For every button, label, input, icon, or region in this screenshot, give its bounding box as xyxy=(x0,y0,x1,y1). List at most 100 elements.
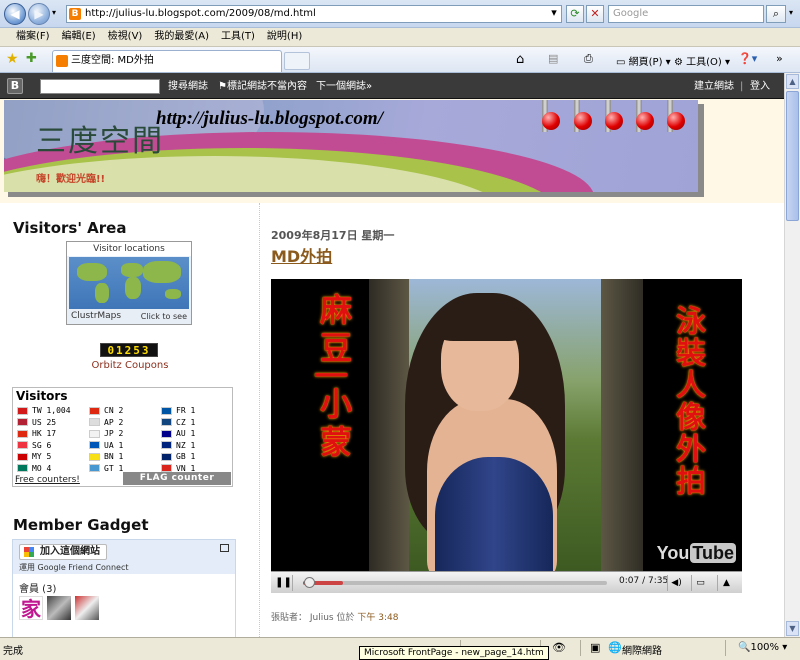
add-favorite-icon[interactable]: ✚ xyxy=(26,51,37,66)
menu-favorites[interactable]: 我的最愛(A) xyxy=(148,28,215,46)
country-count: 1 xyxy=(118,440,124,450)
scroll-down-icon[interactable]: ▼ xyxy=(786,621,799,636)
menu-view[interactable]: 檢視(V) xyxy=(102,28,149,46)
navbar-next-blog[interactable]: 下一個網誌» xyxy=(316,80,372,93)
flag-column: TW 1,004 US 25 HK 17 SG 6 MY 5 MO 4 xyxy=(17,405,71,474)
back-button[interactable]: ◀ xyxy=(4,3,26,25)
flag-counter-widget[interactable]: Visitors TW 1,004 US 25 HK 17 SG 6 MY 5 MO 4 … xyxy=(12,387,233,487)
country-code: SG xyxy=(32,440,47,450)
favorites-star-icon[interactable]: ★ xyxy=(6,51,19,67)
video-controls: ❚❚ 0:07 / 7:35 ◀) ▭ ▲ xyxy=(271,571,742,593)
post-title-link[interactable]: MD外拍 xyxy=(271,243,332,267)
country-flag-icon xyxy=(161,406,172,415)
menu-tools[interactable]: 工具(T) xyxy=(215,28,261,46)
volume-icon[interactable]: ◀) xyxy=(667,575,685,591)
country-count: 1 xyxy=(118,452,124,461)
print-icon[interactable]: ⎙ xyxy=(584,52,593,66)
continent-shape xyxy=(125,277,141,299)
vertical-scrollbar[interactable]: ▲ ▼ xyxy=(784,73,800,637)
stop-button[interactable]: ✕ xyxy=(586,5,604,23)
navbar-login[interactable]: 登入 xyxy=(750,80,770,93)
zoom-value: 100% xyxy=(750,642,780,653)
navbar-flag-link[interactable]: ⚑標記網誌不當內容 xyxy=(218,80,307,93)
zoom-icon: 🔍 xyxy=(738,642,751,653)
country-code: US xyxy=(32,417,47,427)
post-author-text: 張貼者： Julius 位於 xyxy=(271,613,355,623)
tools-menu[interactable]: ⚙ 工具(O) ▾ xyxy=(674,53,730,68)
youtube-logo-you: You xyxy=(656,543,690,563)
more-tools-icon[interactable]: » xyxy=(776,52,783,65)
navbar-search-input[interactable] xyxy=(40,79,160,94)
flag-row: UA 1 xyxy=(89,440,123,452)
menu-file[interactable]: 檔案(F) xyxy=(10,28,56,46)
history-dropdown-icon[interactable]: ▾ xyxy=(52,8,56,17)
country-code: HK xyxy=(32,429,47,438)
clustrmaps-widget[interactable]: Visitor locations ClustrMaps Click to see xyxy=(66,241,192,325)
member-avatar[interactable]: 家 xyxy=(19,596,43,621)
fullscreen-icon[interactable]: ▲ xyxy=(717,575,735,591)
tab-active[interactable]: 三度空間: MD外拍 xyxy=(52,50,282,72)
flag-icon: ⚑ xyxy=(218,81,227,92)
home-icon[interactable]: ⌂ xyxy=(516,52,524,67)
zoom-level[interactable]: 🔍100% ▾ xyxy=(738,642,787,653)
address-text: http://julius-lu.blogspot.com/2009/08/md… xyxy=(85,8,316,19)
member-avatar[interactable] xyxy=(75,596,99,620)
seek-handle[interactable] xyxy=(303,577,315,588)
post-time-link[interactable]: 下午 3:48 xyxy=(357,613,398,623)
youtube-video-player[interactable]: 麻豆|小蒙 泳裝人像外拍 You Tube ❚❚ 0:07 / 7:35 ◀) ▭… xyxy=(271,279,742,593)
free-counters-link[interactable]: Free counters! xyxy=(15,475,80,485)
blog-header[interactable]: 三度空間 http://julius-lu.blogspot.com/ 嗨！歡迎… xyxy=(4,100,698,192)
friend-connect-label: 運用 Google Friend Connect xyxy=(19,563,129,572)
country-count: 1 xyxy=(190,440,196,450)
scroll-thumb[interactable] xyxy=(786,91,799,221)
country-count: 2 xyxy=(118,429,124,438)
address-dropdown-icon[interactable]: ▾ xyxy=(548,5,560,23)
page-menu[interactable]: ▭ 網頁(P) ▾ xyxy=(616,53,671,68)
menu-bar: 檔案(F) 編輯(E) 檢視(V) 我的最愛(A) 工具(T) 說明(H) xyxy=(0,28,800,47)
join-site-button[interactable]: 加入這個網站 xyxy=(19,544,107,560)
search-input[interactable]: Google xyxy=(608,5,764,23)
pause-icon[interactable]: ❚❚ xyxy=(275,575,293,591)
menu-help[interactable]: 說明(H) xyxy=(261,28,308,46)
continent-shape xyxy=(77,263,107,281)
header-shadow xyxy=(698,104,704,196)
forward-button[interactable]: ▶ xyxy=(28,3,50,25)
refresh-button[interactable]: ⟳ xyxy=(566,5,584,23)
video-frame xyxy=(369,279,643,571)
continent-shape xyxy=(143,261,181,283)
continent-shape xyxy=(95,283,109,303)
country-count: 1 xyxy=(190,429,196,438)
video-seek-bar[interactable] xyxy=(303,577,607,588)
country-count: 1 xyxy=(190,417,196,427)
visitors-area-heading: Visitors' Area xyxy=(13,219,127,237)
privacy-icon[interactable]: 👁 xyxy=(552,641,566,654)
menu-edit[interactable]: 編輯(E) xyxy=(56,28,102,46)
flag-counter-badge[interactable]: FLAG counter xyxy=(123,472,231,485)
popout-icon[interactable] xyxy=(220,544,229,552)
tree-trunk xyxy=(601,279,643,571)
feeds-icon[interactable]: ▤ xyxy=(548,52,558,65)
country-flag-icon xyxy=(17,418,28,426)
address-field[interactable]: B http://julius-lu.blogspot.com/2009/08/… xyxy=(66,5,562,23)
search-options-icon[interactable]: ▾ xyxy=(789,8,793,17)
flag-row: GT 1 xyxy=(89,463,123,475)
new-tab-button[interactable] xyxy=(284,52,310,70)
navbar-create-blog[interactable]: 建立網誌 xyxy=(694,80,734,93)
header-shadow-bottom xyxy=(8,192,704,197)
scroll-up-icon[interactable]: ▲ xyxy=(786,74,799,89)
blogger-logo-icon[interactable]: B xyxy=(7,78,23,94)
size-toggle-icon[interactable]: ▭ xyxy=(691,575,709,591)
country-code: UA xyxy=(104,440,119,450)
page-content: B 搜尋網誌 ⚑標記網誌不當內容 下一個網誌» 建立網誌 | 登入 三度空間 h… xyxy=(0,73,784,637)
help-icon[interactable]: ❓▾ xyxy=(738,52,757,65)
youtube-logo[interactable]: You Tube xyxy=(657,543,736,564)
search-button[interactable]: ⌕ xyxy=(766,5,786,23)
navbar-search-button[interactable]: 搜尋網誌 xyxy=(168,80,208,93)
country-code: BN xyxy=(104,452,119,461)
orbitz-link[interactable]: Orbitz Coupons xyxy=(60,360,200,371)
blogger-favicon-icon: B xyxy=(69,8,81,20)
country-count: 1 xyxy=(190,406,196,415)
blog-title: 三度空間 xyxy=(36,124,164,159)
member-avatar[interactable] xyxy=(47,596,71,620)
hit-counter: 01253 xyxy=(100,343,158,357)
